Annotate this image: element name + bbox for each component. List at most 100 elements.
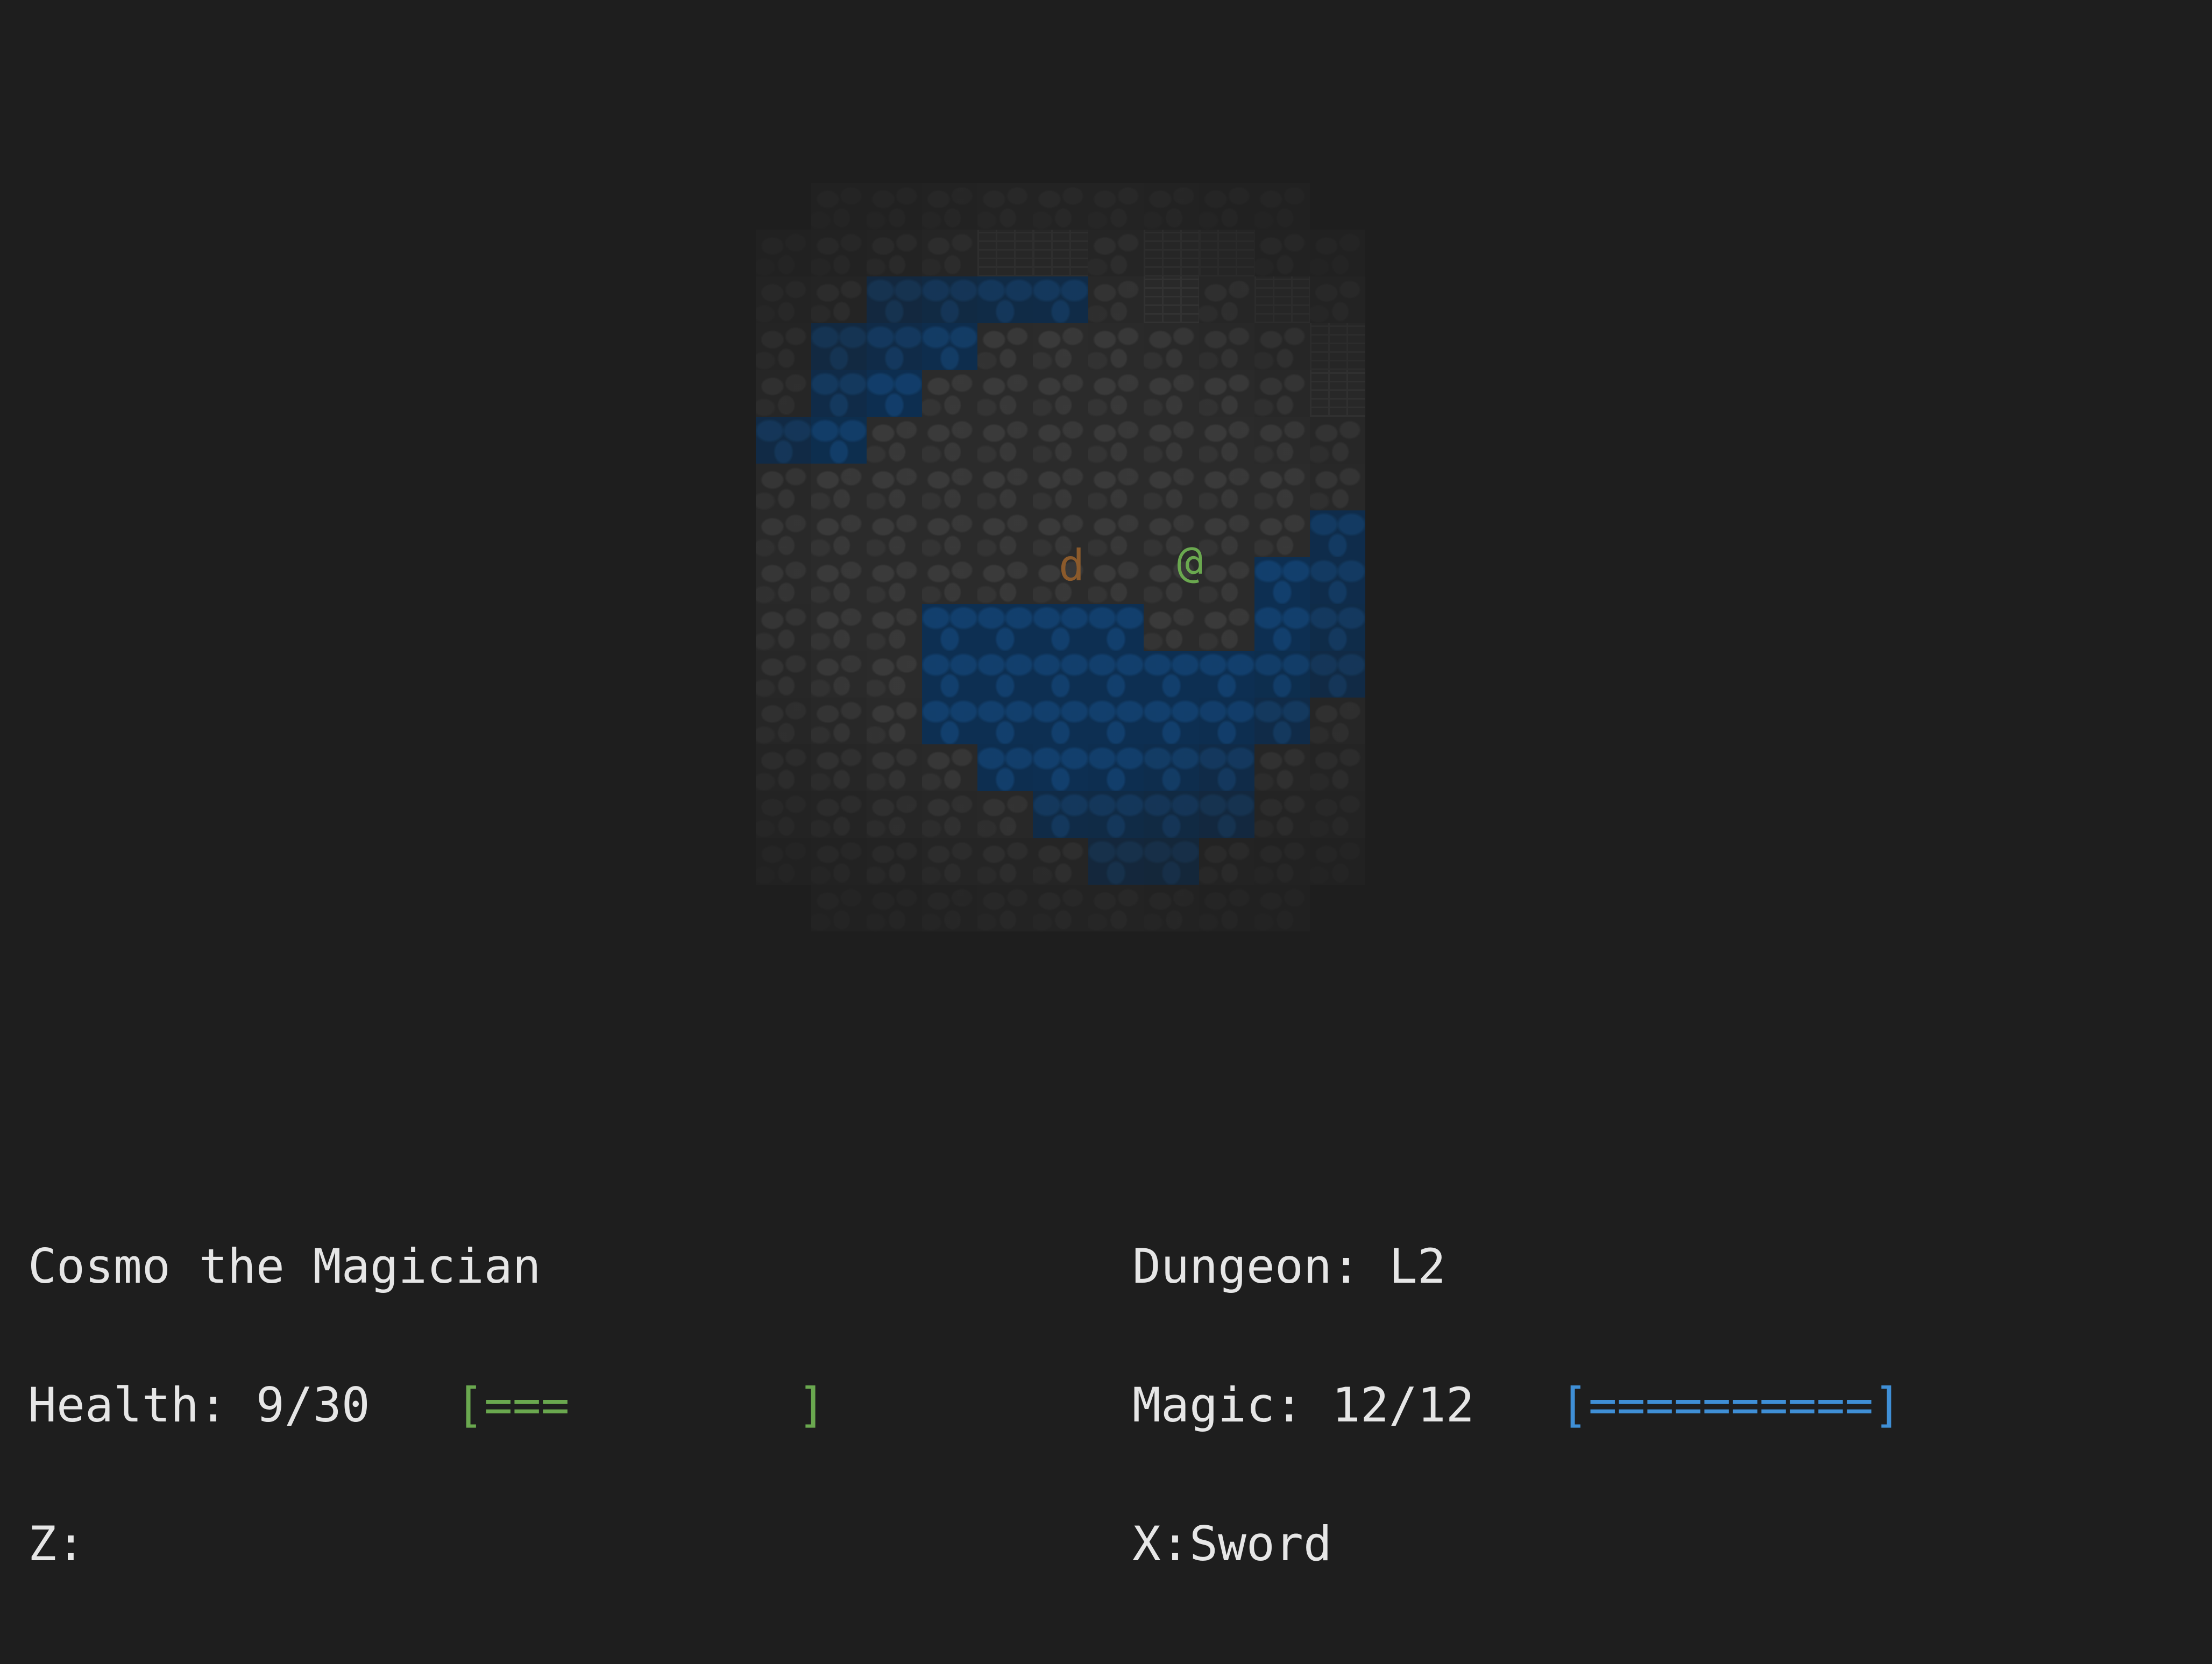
floor-tile: [867, 557, 922, 604]
floor-tile: [756, 744, 811, 791]
floor-tile: [922, 744, 977, 791]
water-tile: [1254, 651, 1310, 698]
floor-tile: [1033, 838, 1088, 885]
floor-tile: [1310, 838, 1365, 885]
floor-tile: [756, 791, 811, 838]
floor-tile: [811, 885, 867, 931]
floor-tile: [811, 838, 867, 885]
floor-tile: [1033, 885, 1088, 931]
floor-tile: [922, 464, 977, 510]
floor-tile: [811, 230, 867, 276]
wall-tile: [1310, 370, 1365, 417]
water-tile: [1088, 698, 1144, 744]
floor-tile: [1254, 230, 1310, 276]
floor-tile: [977, 510, 1033, 557]
floor-tile: [1088, 183, 1144, 230]
water-tile: [1144, 744, 1199, 791]
water-tile: [922, 323, 977, 370]
floor-tile: [1199, 183, 1254, 230]
floor-tile: [867, 791, 922, 838]
water-tile: [811, 417, 867, 464]
floor-tile: [1254, 838, 1310, 885]
floor-tile: [1088, 417, 1144, 464]
wall-tile: [1144, 230, 1199, 276]
floor-tile: [1310, 744, 1365, 791]
water-tile: [1144, 651, 1199, 698]
floor-tile: [1254, 510, 1310, 557]
magic-bar: [==========]: [1559, 1377, 1902, 1433]
z-slot: Z:: [28, 1516, 85, 1571]
water-tile: [1199, 698, 1254, 744]
floor-tile: [1088, 323, 1144, 370]
floor-tile: [977, 838, 1033, 885]
floor-tile: [756, 323, 811, 370]
floor-tile: [867, 885, 922, 931]
floor-tile: [756, 557, 811, 604]
water-tile: [756, 417, 811, 464]
floor-tile: [977, 885, 1033, 931]
player-avatar: @: [1177, 537, 1203, 587]
water-tile: [1088, 744, 1144, 791]
floor-tile: [756, 464, 811, 510]
water-tile: [1144, 698, 1199, 744]
water-tile: [1199, 651, 1254, 698]
floor-tile: [1310, 230, 1365, 276]
player-name: Cosmo the Magician: [28, 1239, 541, 1294]
floor-tile: [756, 604, 811, 651]
water-tile: [1144, 838, 1199, 885]
floor-tile: [756, 230, 811, 276]
water-tile: [922, 698, 977, 744]
water-tile: [811, 370, 867, 417]
floor-tile: [756, 651, 811, 698]
water-tile: [1310, 557, 1365, 604]
dungeon-map: d @: [0, 0, 2212, 1103]
floor-tile: [1088, 276, 1144, 323]
floor-tile: [1310, 276, 1365, 323]
water-tile: [977, 651, 1033, 698]
wall-tile: [1199, 230, 1254, 276]
floor-tile: [922, 510, 977, 557]
water-tile: [1199, 791, 1254, 838]
floor-tile: [922, 370, 977, 417]
floor-tile: [922, 791, 977, 838]
floor-tile: [811, 557, 867, 604]
water-tile: [977, 698, 1033, 744]
status-left-column: Cosmo the Magician Health: 9/30 [=== ] Z…: [28, 1151, 826, 1660]
floor-tile: [1254, 370, 1310, 417]
floor-tile: [1254, 885, 1310, 931]
floor-tile: [867, 604, 922, 651]
floor-tile: [867, 698, 922, 744]
health-bar: [=== ]: [455, 1377, 826, 1433]
floor-tile: [1088, 230, 1144, 276]
status-right-column: Dungeon: L2 Magic: 12/12 [==========] X:…: [1132, 1151, 1902, 1660]
water-tile: [1088, 791, 1144, 838]
floor-tile: [1254, 791, 1310, 838]
water-tile: [1199, 744, 1254, 791]
floor-tile: [1033, 183, 1088, 230]
wall-tile: [1033, 230, 1088, 276]
floor-tile: [867, 464, 922, 510]
water-tile: [922, 651, 977, 698]
health-line: Health: 9/30 [=== ]: [28, 1382, 826, 1429]
floor-tile: [1088, 885, 1144, 931]
health-label: Health: 9/30: [28, 1377, 370, 1433]
floor-tile: [756, 698, 811, 744]
water-tile: [1088, 651, 1144, 698]
water-tile: [1033, 604, 1088, 651]
floor-tile: [1199, 510, 1254, 557]
floor-tile: [811, 791, 867, 838]
water-tile: [1033, 791, 1088, 838]
floor-tile: [1144, 464, 1199, 510]
water-tile: [1033, 744, 1088, 791]
water-tile: [922, 604, 977, 651]
floor-tile: [1199, 417, 1254, 464]
floor-tile: [811, 183, 867, 230]
floor-tile: [1033, 323, 1088, 370]
floor-tile: [977, 557, 1033, 604]
floor-tile: [756, 510, 811, 557]
floor-tile: [1088, 370, 1144, 417]
floor-tile: [1033, 464, 1088, 510]
water-tile: [1088, 604, 1144, 651]
floor-tile: [922, 183, 977, 230]
water-tile: [867, 276, 922, 323]
